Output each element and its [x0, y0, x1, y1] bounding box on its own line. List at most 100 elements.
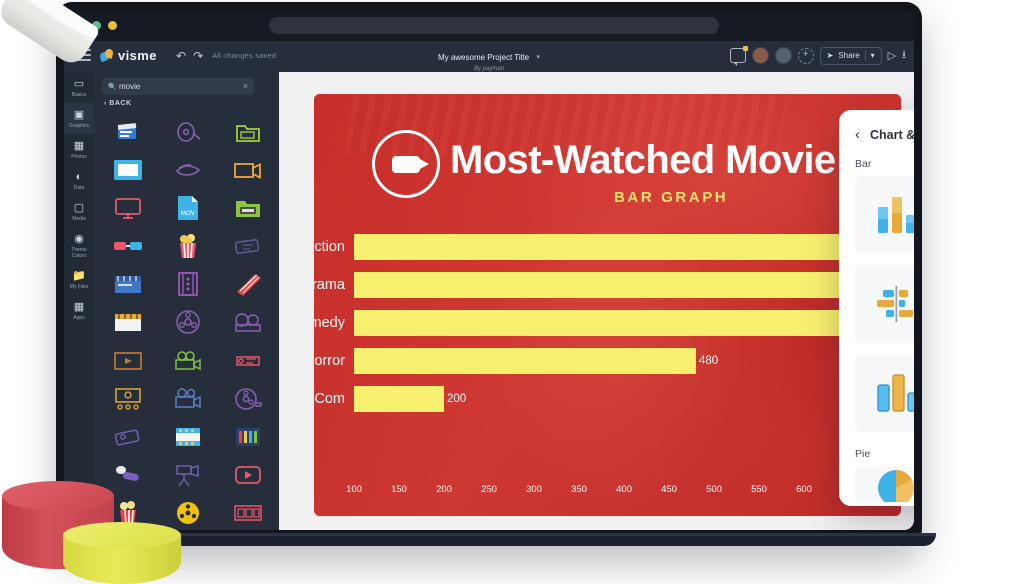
video-player-icon[interactable]	[100, 345, 155, 377]
chevron-down-icon[interactable]: ▾	[871, 51, 875, 60]
film-folder-green-icon[interactable]	[220, 192, 275, 224]
bar[interactable]: 480	[354, 348, 718, 374]
sidebar-item-graphics[interactable]: ▣ Graphics	[64, 103, 94, 134]
search-box[interactable]: 🔍 movie ×	[102, 78, 254, 95]
browser-chrome	[64, 10, 914, 41]
red-carpet-icon[interactable]	[220, 268, 275, 300]
back-label: BACK	[109, 100, 132, 107]
brand-logo[interactable]: visme	[98, 48, 157, 63]
redo-icon[interactable]: ↷	[193, 49, 203, 63]
download-icon[interactable]: ⭳	[902, 46, 906, 65]
diverging-bar-chart-thumb[interactable]	[855, 265, 914, 343]
film-reel-outline3-icon[interactable]	[220, 383, 275, 415]
x-axis-tick: 350	[571, 484, 587, 495]
share-label: Share	[838, 51, 860, 60]
search-input[interactable]: movie	[119, 82, 140, 91]
media-icon: ▢	[73, 202, 85, 214]
film-reel-outline2-icon[interactable]	[160, 306, 215, 338]
photos-icon: ▦	[73, 140, 85, 152]
sidebar-item-label: Apps	[73, 315, 85, 321]
sidebar-item-label: Basics	[71, 92, 87, 98]
chart-graphs-panel[interactable]: ‹ Chart & Graphs Bar	[839, 110, 914, 506]
page-title[interactable]: Most-Watched Movie Types	[450, 138, 901, 183]
bar-category-label: Action	[314, 239, 345, 255]
projector-outline-icon[interactable]	[220, 306, 275, 338]
monitor-icon[interactable]	[100, 192, 155, 224]
video-camera-icon	[372, 130, 440, 198]
bar-category-label: Comedy	[314, 315, 345, 331]
canvas-area[interactable]: Most-Watched Movie Types BAR GRAPH Actio…	[279, 72, 914, 530]
clapperboard-orange-icon[interactable]	[100, 306, 155, 338]
sidebar-item-my-files[interactable]: 📁 My Files	[64, 264, 94, 295]
sidebar-item-basics[interactable]: ▭ Basics	[64, 72, 94, 103]
clapperboard-icon[interactable]	[100, 268, 155, 300]
screenshot-stage: visme ↶ ↷ All changes saved My awesome P…	[0, 0, 1024, 584]
film-strip-blue-icon[interactable]	[160, 421, 215, 453]
maximize-window-button[interactable]	[108, 21, 117, 30]
sidebar-item-photos[interactable]: ▦ Photos	[64, 134, 94, 165]
present-icon[interactable]: ▷	[888, 49, 896, 62]
bar-chart[interactable]: Action Drama Comedy Horror 480 Rom-Com 200 100 1…	[314, 234, 901, 498]
tickets-outline-icon[interactable]	[220, 230, 275, 262]
x-axis: 100150200250300350400450500550600650700	[346, 484, 901, 498]
film-strip-color-icon[interactable]	[220, 421, 275, 453]
project-title: My awesome Project Title	[437, 53, 530, 62]
add-collaborator-button[interactable]: +	[797, 47, 814, 64]
chevron-left-icon[interactable]: ‹	[855, 127, 860, 142]
slide-subtitle[interactable]: BAR GRAPH	[614, 189, 728, 206]
screen-icon[interactable]	[100, 154, 155, 186]
apps-icon: ▦	[73, 301, 85, 313]
bar[interactable]	[354, 234, 901, 260]
sidebar-item-media[interactable]: ▢ Media	[64, 196, 94, 227]
column-3d-chart-thumb[interactable]	[855, 354, 914, 432]
bar-category-label: Drama	[314, 277, 345, 293]
decor-yellow-cylinder	[63, 522, 181, 584]
sidebar-item-apps[interactable]: ▦ Apps	[64, 295, 94, 326]
laptop-screen: visme ↶ ↷ All changes saved My awesome P…	[64, 10, 914, 530]
film-reel-outline-icon[interactable]	[160, 116, 215, 148]
undo-icon[interactable]: ↶	[176, 49, 186, 63]
x-axis-tick: 150	[391, 484, 407, 495]
address-bar[interactable]	[269, 17, 719, 34]
x-axis-tick: 550	[751, 484, 767, 495]
slide[interactable]: Most-Watched Movie Types BAR GRAPH Actio…	[314, 94, 901, 516]
brand-name: visme	[118, 48, 157, 63]
data-icon: ◐	[75, 171, 83, 183]
avatar[interactable]	[774, 47, 792, 64]
ticket-outline-icon[interactable]	[220, 345, 275, 377]
bar[interactable]	[354, 310, 885, 336]
back-link[interactable]: ‹ BACK	[104, 100, 132, 107]
bar-thumbs	[839, 176, 914, 432]
old-camera-outline-icon[interactable]	[160, 383, 215, 415]
cinema-screen-icon[interactable]	[100, 383, 155, 415]
pie-chart-thumb[interactable]	[855, 466, 914, 502]
sidebar-item-data[interactable]: ◐ Data	[64, 165, 94, 196]
bar[interactable]: 200	[354, 386, 466, 412]
play-button-icon[interactable]	[220, 459, 275, 491]
tripod-camera-icon[interactable]	[160, 459, 215, 491]
3d-glasses-icon[interactable]	[100, 230, 155, 262]
popcorn-icon[interactable]	[160, 230, 215, 262]
x-axis-tick: 500	[706, 484, 722, 495]
avatar[interactable]	[751, 47, 769, 64]
sidebar-item-theme-colors[interactable]: ◉ Theme Colors	[64, 227, 94, 264]
mov-file-icon[interactable]: MOV	[160, 192, 215, 224]
film-folder-icon[interactable]	[220, 116, 275, 148]
save-status: All changes saved	[212, 51, 277, 60]
video-camera-outline-icon[interactable]	[220, 154, 275, 186]
share-button[interactable]: ➤ Share ▾	[819, 46, 882, 65]
laptop-frame: visme ↶ ↷ All changes saved My awesome P…	[56, 2, 922, 545]
film-negatives-icon[interactable]	[220, 497, 275, 529]
ticket-purple-icon[interactable]	[100, 421, 155, 453]
comment-icon[interactable]	[729, 46, 748, 66]
close-icon[interactable]: ×	[243, 81, 248, 91]
sidebar-item-label: My Files	[69, 284, 89, 290]
clapperboard-hand-icon[interactable]	[100, 116, 155, 148]
movie-camera-outline-icon[interactable]	[160, 345, 215, 377]
bar[interactable]	[354, 272, 894, 298]
film-strip-icon[interactable]	[160, 268, 215, 300]
column-chart-thumb[interactable]	[855, 176, 914, 254]
film-strip-roll-icon[interactable]	[160, 154, 215, 186]
chevron-down-icon[interactable]: ▾	[537, 53, 541, 61]
sidebar-item-label: Graphics	[68, 123, 89, 129]
